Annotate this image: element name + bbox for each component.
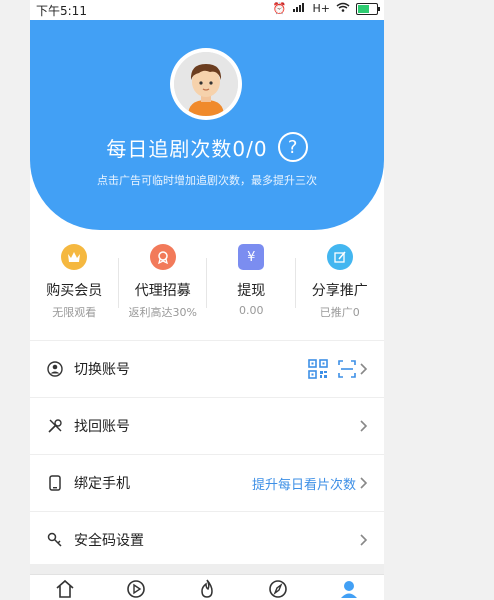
status-time: 下午5:11 bbox=[36, 4, 87, 18]
help-icon[interactable]: ? bbox=[277, 132, 308, 162]
menu-label: 切换账号 bbox=[74, 362, 130, 378]
chevron-right-icon bbox=[356, 475, 372, 491]
bind-phone-hint-wrap: 提升每日看片次数 bbox=[252, 474, 356, 493]
stat-withdraw[interactable]: ¥ 提现 0.00 bbox=[207, 244, 296, 330]
header-panel: 每日追剧次数0/0 ? 点击广告可临时增加追剧次数，最多提升三次 bbox=[30, 20, 384, 230]
play-icon[interactable] bbox=[123, 575, 149, 600]
tools-icon bbox=[46, 417, 64, 435]
switch-account-actions bbox=[308, 359, 356, 379]
share-edit-icon bbox=[326, 244, 353, 270]
settings-menu: 切换账号 找回账号 绑定手机 提升每日看片次数 安全码设置 bbox=[30, 340, 384, 568]
stat-share-promote[interactable]: 分享推广 已推广0 bbox=[296, 244, 385, 330]
key-icon bbox=[46, 531, 64, 549]
alarm-icon: ⏰ bbox=[272, 2, 287, 15]
user-switch-icon bbox=[46, 360, 64, 378]
chevron-right-icon bbox=[356, 361, 372, 377]
stat-agent-recruit[interactable]: 代理招募 返利高达30% bbox=[119, 244, 208, 330]
avatar[interactable] bbox=[170, 48, 242, 120]
qr-code-icon[interactable] bbox=[308, 359, 328, 379]
avatar-image bbox=[174, 52, 238, 116]
status-bar: 下午5:11 ⏰ H+ bbox=[30, 0, 384, 20]
stat-sub: 返利高达30% bbox=[128, 306, 197, 319]
scan-icon[interactable] bbox=[338, 360, 356, 378]
stat-label: 代理招募 bbox=[134, 283, 191, 299]
stat-label: 提现 bbox=[237, 283, 266, 299]
battery-icon bbox=[356, 3, 380, 15]
stats-row: 购买会员 无限观看 代理招募 返利高达30% ¥ 提现 0.00 分享推广 已推… bbox=[30, 244, 384, 330]
chevron-right-icon bbox=[356, 532, 372, 548]
menu-bind-phone[interactable]: 绑定手机 提升每日看片次数 bbox=[30, 454, 384, 511]
stat-buy-vip[interactable]: 购买会员 无限观看 bbox=[30, 244, 119, 330]
compass-icon[interactable] bbox=[265, 575, 291, 600]
menu-recover-account[interactable]: 找回账号 bbox=[30, 397, 384, 454]
home-icon[interactable] bbox=[52, 575, 78, 600]
app-screen: 下午5:11 ⏰ H+ 每日追剧次数0/0 ? 点击广告可临时增加追剧次数，最多… bbox=[30, 0, 384, 600]
section-divider bbox=[30, 564, 384, 574]
fire-icon[interactable] bbox=[194, 575, 220, 600]
stat-sub: 已推广0 bbox=[319, 306, 360, 319]
status-icons: ⏰ H+ bbox=[272, 2, 380, 16]
title-row: 每日追剧次数0/0 ? bbox=[30, 132, 384, 162]
daily-count-title: 每日追剧次数0/0 bbox=[106, 136, 268, 161]
yuan-icon: ¥ bbox=[238, 244, 265, 270]
phone-icon bbox=[46, 474, 64, 492]
bind-phone-hint: 提升每日看片次数 bbox=[251, 477, 356, 493]
badge-icon bbox=[149, 244, 176, 270]
stat-label: 购买会员 bbox=[46, 283, 103, 299]
network-type: H+ bbox=[312, 2, 331, 15]
stat-sub: 无限观看 bbox=[52, 306, 97, 319]
chevron-right-icon bbox=[356, 418, 372, 434]
menu-label: 绑定手机 bbox=[74, 476, 130, 492]
menu-label: 安全码设置 bbox=[74, 533, 144, 549]
signal-icon bbox=[292, 2, 307, 16]
menu-switch-account[interactable]: 切换账号 bbox=[30, 340, 384, 397]
bottom-tab-bar bbox=[30, 574, 384, 600]
menu-label: 找回账号 bbox=[74, 419, 130, 435]
menu-security-code[interactable]: 安全码设置 bbox=[30, 511, 384, 568]
header-subtitle: 点击广告可临时增加追剧次数，最多提升三次 bbox=[97, 174, 317, 187]
profile-icon[interactable] bbox=[336, 575, 362, 600]
wifi-icon bbox=[336, 2, 350, 16]
stat-sub: 0.00 bbox=[239, 304, 264, 317]
crown-icon bbox=[61, 244, 88, 270]
stat-label: 分享推广 bbox=[311, 283, 368, 299]
